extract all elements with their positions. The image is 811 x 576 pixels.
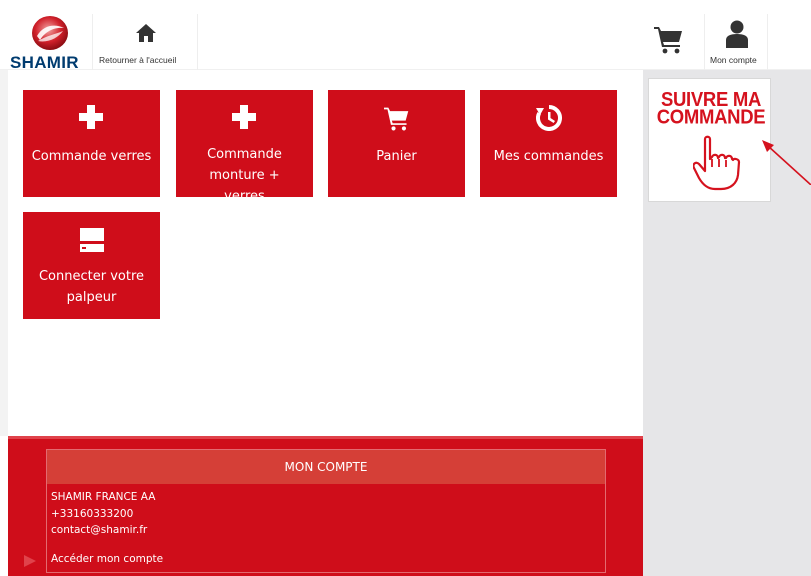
promo-text: SUIVRE MA COMMANDE	[652, 88, 770, 129]
brand-name: SHAMIR	[10, 53, 79, 72]
cart-icon	[384, 107, 409, 131]
plus-icon	[79, 105, 103, 129]
left-gutter	[0, 70, 8, 436]
history-icon	[536, 105, 562, 131]
user-icon	[726, 20, 748, 48]
company-name: SHAMIR FRANCE AA	[51, 491, 156, 503]
arrow-icon	[762, 140, 811, 185]
account-card: MON COMPTE SHAMIR FRANCE AA +33160333200…	[46, 449, 606, 573]
home-icon	[136, 24, 156, 42]
tile-label: Commande verres	[31, 149, 152, 164]
top-bar: SHAMIR Retourner à l'accueil Mon compte	[0, 0, 811, 72]
home-label: Retourner à l'accueil	[99, 55, 177, 65]
tile-label: Connecter votre palpeur	[38, 269, 145, 305]
tile-label: Panier	[376, 149, 417, 164]
cart-icon	[654, 27, 682, 54]
tile-label: Mes commandes	[493, 149, 604, 164]
tracer-device-icon	[80, 228, 104, 252]
home-button[interactable]: Retourner à l'accueil	[92, 14, 198, 70]
tile-commande-verres[interactable]: Commande verres	[23, 90, 160, 197]
cart-button[interactable]	[648, 14, 704, 70]
pointing-hand-icon	[693, 135, 741, 191]
account-button[interactable]: Mon compte	[704, 14, 768, 70]
access-account-link[interactable]: Accéder mon compte	[51, 553, 163, 565]
shamir-logo[interactable]: SHAMIR	[7, 14, 93, 72]
email-address[interactable]: contact@shamir.fr	[51, 522, 155, 539]
promo-line-2: COMMANDE	[656, 104, 766, 129]
shamir-logo-mark-icon	[32, 16, 68, 50]
tile-panier[interactable]: Panier	[328, 90, 465, 197]
suivre-ma-commande-banner[interactable]: SUIVRE MA COMMANDE	[648, 78, 771, 202]
tile-commande-monture-verres[interactable]: Commande monture + verres	[176, 90, 313, 204]
plus-icon	[232, 105, 256, 129]
marker-icon	[24, 555, 36, 567]
tile-label: Commande monture + verres	[207, 147, 282, 204]
account-card-title: MON COMPTE	[47, 450, 605, 484]
account-section: MON COMPTE SHAMIR FRANCE AA +33160333200…	[8, 436, 643, 576]
phone-number: +33160333200	[51, 507, 134, 520]
account-label: Mon compte	[710, 55, 757, 65]
tile-mes-commandes[interactable]: Mes commandes	[480, 90, 617, 197]
tile-connecter-palpeur[interactable]: Connecter votre palpeur	[23, 212, 160, 319]
account-details: SHAMIR FRANCE AA +33160333200 contact@sh…	[51, 489, 155, 539]
